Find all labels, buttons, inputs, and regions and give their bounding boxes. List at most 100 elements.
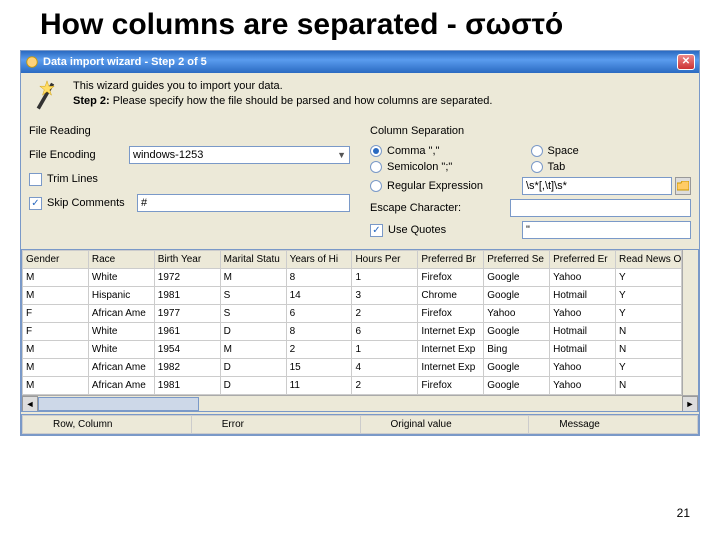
table-cell: 1982 xyxy=(154,359,220,377)
table-cell: 1961 xyxy=(154,323,220,341)
horizontal-scrollbar[interactable]: ◄ ► xyxy=(22,395,698,411)
table-cell: Internet Exp xyxy=(418,323,484,341)
intro-step-text: Please specify how the file should be pa… xyxy=(110,95,493,107)
table-cell: African Ame xyxy=(88,377,154,395)
table-cell: Y xyxy=(616,287,682,305)
regex-label: Regular Expression xyxy=(387,180,483,192)
error-table: Row, ColumnErrorOriginal valueMessage xyxy=(22,415,698,434)
comma-radio[interactable] xyxy=(370,145,382,157)
table-cell: Hotmail xyxy=(550,287,616,305)
wizard-body: This wizard guides you to import your da… xyxy=(21,73,699,249)
app-icon xyxy=(25,55,39,69)
error-column-header[interactable]: Error xyxy=(191,416,360,434)
table-cell: Yahoo xyxy=(550,377,616,395)
table-cell: 15 xyxy=(286,359,352,377)
table-cell: 1 xyxy=(352,269,418,287)
table-row[interactable]: MAfrican Ame1982D154Internet ExpGoogleYa… xyxy=(23,359,682,377)
column-header[interactable]: Marital Statu xyxy=(220,251,286,269)
wizard-icon xyxy=(29,79,65,115)
table-cell: African Ame xyxy=(88,305,154,323)
column-header[interactable]: Preferred Br xyxy=(418,251,484,269)
table-cell: 1 xyxy=(352,341,418,359)
table-cell: Yahoo xyxy=(550,359,616,377)
column-header[interactable]: Years of Hi xyxy=(286,251,352,269)
table-cell: Hotmail xyxy=(550,341,616,359)
error-column-header[interactable]: Original value xyxy=(360,416,529,434)
folder-icon xyxy=(677,181,689,191)
use-quotes-checkbox[interactable]: ✓ xyxy=(370,224,383,237)
slide-title: How columns are separated - σωστό xyxy=(0,0,720,50)
skip-comments-label: Skip Comments xyxy=(47,197,137,209)
regex-input[interactable] xyxy=(522,177,672,195)
table-cell: Google xyxy=(484,287,550,305)
table-cell: Y xyxy=(616,305,682,323)
table-cell: M xyxy=(23,377,89,395)
window-titlebar: Data import wizard - Step 2 of 5 ✕ xyxy=(21,51,699,73)
table-row[interactable]: MWhite1954M21Internet ExpBingHotmailN xyxy=(23,341,682,359)
table-cell: N xyxy=(616,377,682,395)
column-header[interactable]: Hours Per xyxy=(352,251,418,269)
table-cell: S xyxy=(220,287,286,305)
table-cell: M xyxy=(23,269,89,287)
table-row[interactable]: MWhite1972M81FirefoxGoogleYahooY xyxy=(23,269,682,287)
error-table-container: Row, ColumnErrorOriginal valueMessage xyxy=(21,414,699,435)
table-cell: 1981 xyxy=(154,377,220,395)
tab-label: Tab xyxy=(548,161,566,173)
quote-char-input[interactable] xyxy=(522,221,691,239)
table-cell: Yahoo xyxy=(484,305,550,323)
tab-radio[interactable] xyxy=(531,161,543,173)
table-row[interactable]: MAfrican Ame1981D112FirefoxGoogleYahooN xyxy=(23,377,682,395)
column-header[interactable]: Gender xyxy=(23,251,89,269)
table-row[interactable]: FAfrican Ame1977S62FirefoxYahooYahooY xyxy=(23,305,682,323)
table-cell: 1977 xyxy=(154,305,220,323)
table-cell: Y xyxy=(616,359,682,377)
table-row[interactable]: FWhite1961D86Internet ExpGoogleHotmailN xyxy=(23,323,682,341)
column-header[interactable]: Birth Year xyxy=(154,251,220,269)
preview-table: GenderRaceBirth YearMarital StatuYears o… xyxy=(22,250,682,395)
table-cell: White xyxy=(88,341,154,359)
regex-browse-button[interactable] xyxy=(675,177,691,195)
scroll-right-button[interactable]: ► xyxy=(682,396,698,412)
column-header[interactable]: Preferred Se xyxy=(484,251,550,269)
preview-table-container: GenderRaceBirth YearMarital StatuYears o… xyxy=(21,249,699,412)
table-cell: 1981 xyxy=(154,287,220,305)
table-cell: White xyxy=(88,269,154,287)
table-cell: 6 xyxy=(286,305,352,323)
config-section: File Reading File Encoding windows-1253 … xyxy=(29,121,691,243)
file-encoding-value: windows-1253 xyxy=(133,149,203,161)
table-cell: White xyxy=(88,323,154,341)
table-cell: Internet Exp xyxy=(418,359,484,377)
scroll-left-button[interactable]: ◄ xyxy=(22,396,38,412)
column-header[interactable]: Read News O xyxy=(616,251,682,269)
scroll-thumb[interactable] xyxy=(38,397,199,411)
space-radio[interactable] xyxy=(531,145,543,157)
file-encoding-select[interactable]: windows-1253 ▼ xyxy=(129,146,350,164)
dropdown-arrow-icon: ▼ xyxy=(337,150,346,160)
table-cell: M xyxy=(23,359,89,377)
error-column-header[interactable]: Row, Column xyxy=(23,416,192,434)
table-cell: Chrome xyxy=(418,287,484,305)
regex-radio[interactable] xyxy=(370,180,382,192)
trim-lines-checkbox[interactable] xyxy=(29,173,42,186)
table-row[interactable]: MHispanic1981S143ChromeGoogleHotmailY xyxy=(23,287,682,305)
table-cell: 3 xyxy=(352,287,418,305)
error-column-header[interactable]: Message xyxy=(529,416,698,434)
table-cell: D xyxy=(220,377,286,395)
skip-comments-checkbox[interactable]: ✓ xyxy=(29,197,42,210)
file-reading-label: File Reading xyxy=(29,125,129,137)
table-cell: M xyxy=(220,341,286,359)
semicolon-radio[interactable] xyxy=(370,161,382,173)
use-quotes-label: Use Quotes xyxy=(388,224,446,236)
escape-input[interactable] xyxy=(510,199,691,217)
column-header[interactable]: Race xyxy=(88,251,154,269)
intro-line1: This wizard guides you to import your da… xyxy=(73,79,492,94)
skip-comments-input[interactable] xyxy=(137,194,350,212)
close-button[interactable]: ✕ xyxy=(677,54,695,70)
table-cell: 6 xyxy=(352,323,418,341)
column-separation-column: Column Separation Comma "," Space Semico… xyxy=(370,121,691,243)
column-header[interactable]: Preferred Er xyxy=(550,251,616,269)
table-cell: F xyxy=(23,305,89,323)
table-cell: D xyxy=(220,323,286,341)
table-cell: Google xyxy=(484,359,550,377)
vertical-scrollbar[interactable] xyxy=(682,250,698,395)
